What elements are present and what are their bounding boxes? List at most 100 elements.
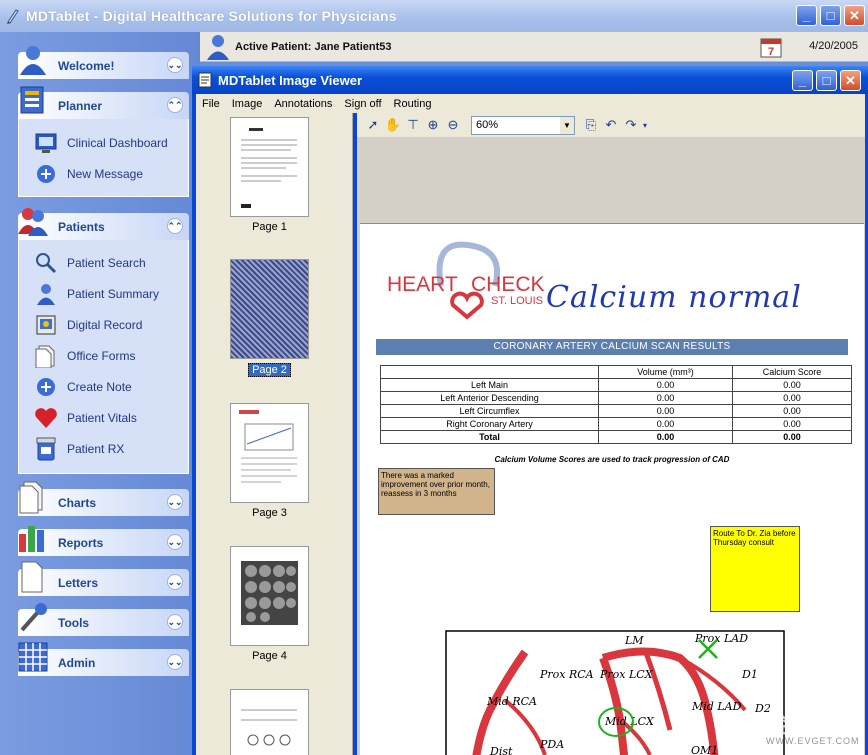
menu-routing[interactable]: Routing [394, 98, 432, 110]
svg-text:Prox RCA: Prox RCA [539, 668, 594, 681]
thumbnail-label: Page 3 [252, 507, 287, 519]
sidebar-item-new-message[interactable]: New Message [19, 158, 188, 189]
table-cell: Left Circumflex [380, 404, 599, 418]
sidebar-item-label: Create Note [67, 379, 132, 394]
hand-pan-icon[interactable]: ✋ [383, 115, 403, 135]
search-icon [33, 250, 59, 276]
close-button[interactable]: ✕ [844, 5, 865, 26]
svg-text:Mid LCX: Mid LCX [604, 715, 655, 728]
table-cell: 0.00 [598, 417, 733, 431]
sidebar-header-tools[interactable]: Tools ⌄⌄ [18, 603, 189, 636]
chevron-down-icon[interactable]: ⌄⌄ [167, 654, 183, 670]
user-icon [20, 46, 46, 75]
app-title: MDTablet - Digital Healthcare Solutions … [26, 8, 397, 24]
table-cell: 0.00 [732, 430, 852, 444]
charts-icon [19, 481, 43, 514]
sidebar-item-label: Office Forms [67, 348, 136, 363]
annotation-tool-icon[interactable]: ⊤ [403, 115, 423, 135]
chevron-down-icon[interactable]: ⌄⌄ [167, 534, 183, 550]
dropdown-arrow-icon[interactable]: ▼ [560, 116, 574, 134]
rotate-right-icon[interactable]: ↷ [621, 115, 641, 135]
fit-page-icon[interactable]: ⎘ [581, 115, 601, 135]
thumbnail-page-5[interactable] [230, 689, 309, 755]
sidebar-item-clinical-dashboard[interactable]: Clinical Dashboard [19, 127, 188, 158]
zoom-in-icon[interactable]: ⊕ [423, 115, 443, 135]
chevron-down-icon[interactable]: ⌄⌄ [167, 57, 183, 73]
active-patient-bar: Active Patient: Jane Patient53 7 4/20/20… [200, 32, 868, 62]
sidebar-header-reports[interactable]: Reports ⌄⌄ [18, 526, 189, 556]
sticky-note-brown[interactable]: There was a marked improvement over prio… [378, 468, 495, 515]
document-canvas: HEART CHECK ST. LOUIS Calcium normal COR… [357, 137, 865, 755]
sidebar-header-label: Reports [58, 535, 104, 550]
sidebar-item-create-note[interactable]: Create Note [19, 371, 188, 402]
rotate-left-icon[interactable]: ↶ [601, 115, 621, 135]
minimize-button[interactable]: _ [796, 5, 817, 26]
zoom-select[interactable]: 60% ▼ [471, 115, 575, 135]
sidebar-item-label: Digital Record [67, 317, 143, 332]
chevron-up-icon[interactable]: ⌃⌃ [167, 218, 183, 234]
sidebar-header-label: Charts [58, 495, 97, 510]
table-cell: 0.00 [732, 404, 852, 418]
viewer-maximize-button[interactable]: □ [816, 70, 837, 91]
table-header: Calcium Score [732, 365, 852, 379]
sidebar-header-label: Patients [58, 219, 105, 234]
sidebar-item-office-forms[interactable]: Office Forms [19, 340, 188, 371]
sidebar-header-patients[interactable]: Patients ⌃⌃ [18, 208, 189, 240]
table-cell: 0.00 [732, 417, 852, 431]
thumbnail-page-2[interactable] [230, 259, 309, 359]
table-cell: Total [380, 430, 599, 444]
menu-annotations[interactable]: Annotations [274, 98, 332, 110]
chevron-down-icon[interactable]: ⌄⌄ [167, 614, 183, 630]
viewer-app-icon [198, 72, 212, 88]
sticky-note-yellow[interactable]: Route To Dr. Zia before Thursday consult [710, 526, 800, 612]
sidebar-item-digital-record[interactable]: Digital Record [19, 309, 188, 340]
table-header-row: Volume (mm³) Calcium Score [380, 365, 852, 379]
table-row: Left Circumflex 0.00 0.00 [380, 404, 852, 418]
sidebar-header-letters[interactable]: Letters ⌄⌄ [18, 561, 189, 596]
chevron-down-icon[interactable]: ⌄⌄ [167, 574, 183, 590]
table-cell: 0.00 [598, 430, 733, 444]
pointer-icon[interactable]: ➚ [363, 115, 383, 135]
table-cell: 0.00 [732, 391, 852, 405]
table-cell: Left Anterior Descending [380, 391, 599, 405]
heart-icon [33, 405, 59, 431]
table-cell: 0.00 [598, 404, 733, 418]
svg-text:Mid RCA: Mid RCA [486, 695, 537, 708]
viewer-minimize-button[interactable]: _ [792, 70, 813, 91]
chevron-down-icon[interactable]: ⌄⌄ [167, 494, 183, 510]
sidebar-item-patient-rx[interactable]: Patient RX [19, 433, 188, 464]
svg-text:Dist: Dist [489, 745, 513, 755]
thumbnail-page-4[interactable] [230, 546, 309, 646]
sidebar-item-patient-summary[interactable]: Patient Summary [19, 278, 188, 309]
zoom-out-icon[interactable]: ⊖ [443, 115, 463, 135]
viewer-title: MDTablet Image Viewer [218, 72, 363, 88]
menu-image[interactable]: Image [232, 98, 263, 110]
message-icon [33, 161, 59, 187]
sidebar-header-charts[interactable]: Charts ⌄⌄ [18, 481, 189, 516]
note-icon [33, 374, 59, 400]
thumbnail-page-3[interactable] [230, 403, 309, 503]
toolbar-overflow-icon[interactable]: ▾ [641, 115, 649, 135]
table-cell: 0.00 [732, 378, 852, 392]
table-cell: Right Coronary Artery [380, 417, 599, 431]
menu-file[interactable]: File [202, 98, 220, 110]
sidebar-header-admin[interactable]: Admin ⌄⌄ [18, 642, 189, 676]
sidebar-item-patient-vitals[interactable]: Patient Vitals [19, 402, 188, 433]
viewer-close-button[interactable]: ✕ [840, 70, 861, 91]
sidebar-item-patient-search[interactable]: Patient Search [19, 247, 188, 278]
sidebar-header-planner[interactable]: Planner ⌃⌃ [18, 86, 189, 119]
table-row: Left Anterior Descending 0.00 0.00 [380, 391, 852, 405]
calendar-icon[interactable]: 7 [760, 36, 782, 61]
current-date: 4/20/2005 [809, 40, 858, 52]
svg-text:7: 7 [768, 46, 774, 58]
menu-sign-off[interactable]: Sign off [344, 98, 381, 110]
active-patient-label: Active Patient: Jane Patient53 [235, 40, 392, 53]
thumbnail-page-1[interactable] [230, 117, 309, 217]
thumbnail-pane: Page 1 Page 2 Page 3 Page 4 [196, 113, 353, 755]
results-table: Volume (mm³) Calcium Score Left Main 0.0… [380, 365, 852, 444]
maximize-button[interactable]: □ [820, 5, 841, 26]
chevron-up-icon[interactable]: ⌃⌃ [167, 97, 183, 113]
sidebar-header-welcome[interactable]: Welcome! ⌄⌄ [18, 46, 189, 79]
svg-text:CHECK: CHECK [471, 273, 545, 296]
table-row: Left Main 0.00 0.00 [380, 378, 852, 392]
